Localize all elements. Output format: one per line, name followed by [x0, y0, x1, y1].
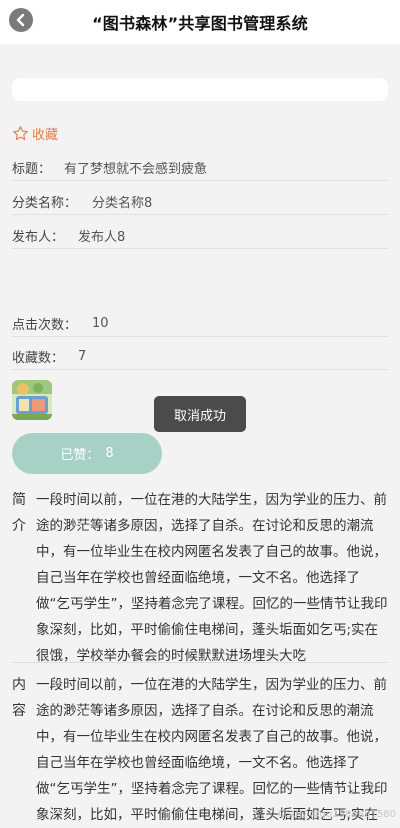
clicks-label: 点击次数：: [12, 317, 78, 333]
page-title: “图书森林”共享图书管理系统: [92, 14, 308, 33]
favorite-label: 收藏: [32, 128, 59, 143]
header-bar: “图书森林”共享图书管理系统: [0, 0, 400, 44]
like-button[interactable]: 已赞： 8: [12, 433, 162, 474]
favorites-value: 7: [78, 348, 87, 364]
favorite-button[interactable]: 收藏: [12, 124, 58, 143]
title-row: 标题： 有了梦想就不会感到疲惫: [12, 154, 388, 181]
publisher-value: 发布人8: [78, 229, 126, 245]
like-count: 8: [105, 446, 114, 461]
intro-section: 简 介 一段时间以前，一位在港的大陆学生，因为学业的压力、前途的渺茫等诸多原因，…: [0, 487, 400, 669]
category-value: 分类名称8: [92, 195, 153, 211]
clicks-row: 点击次数： 10: [12, 310, 388, 337]
toast-message: 取消成功: [154, 396, 246, 432]
intro-text: 一段时间以前，一位在港的大陆学生，因为学业的压力、前途的渺茫等诸多原因，选择了自…: [36, 492, 388, 664]
like-label: 已赞：: [60, 448, 100, 463]
intro-label: 简 介: [12, 492, 26, 534]
favorites-row: 收藏数： 7: [12, 343, 388, 370]
book-cover-thumbnail[interactable]: [12, 380, 52, 420]
publisher-row: 发布人： 发布人8: [12, 222, 388, 249]
category-row: 分类名称： 分类名称8: [12, 188, 388, 215]
title-value: 有了梦想就不会感到疲惫: [64, 161, 208, 177]
content-section: 内 容 一段时间以前，一位在港的大陆学生，因为学业的压力、前途的渺茫等诸多原因，…: [0, 672, 400, 828]
category-label: 分类名称：: [12, 195, 78, 211]
title-label: 标题：: [12, 161, 52, 177]
section-divider: [12, 662, 388, 663]
favorites-label: 收藏数：: [12, 350, 65, 366]
clicks-value: 10: [92, 315, 109, 331]
content-text: 一段时间以前，一位在港的大陆学生，因为学业的压力、前途的渺茫等诸多原因，选择了自…: [36, 677, 388, 823]
watermark: CSDN @qq1580891580: [277, 809, 396, 820]
content-label: 内 容: [12, 677, 26, 719]
star-outline-icon: [13, 126, 28, 141]
image-banner: [12, 78, 388, 101]
publisher-label: 发布人：: [12, 229, 65, 245]
